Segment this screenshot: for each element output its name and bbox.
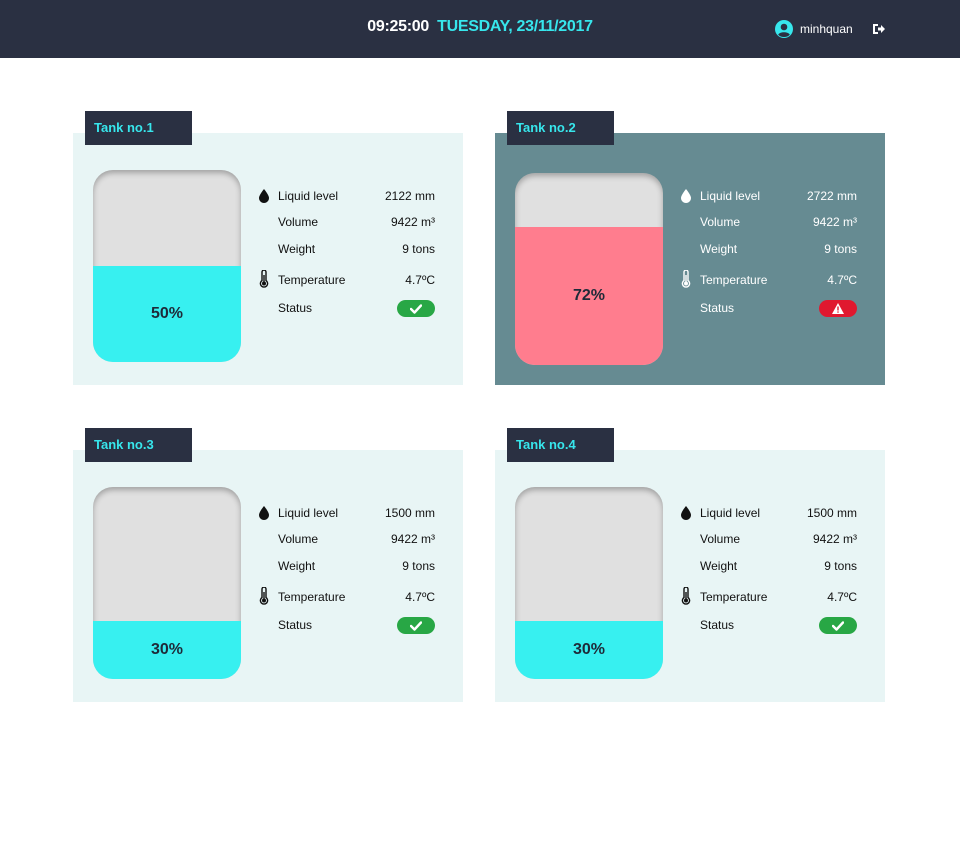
row-label: Status — [278, 618, 313, 632]
row-label: Volume — [700, 532, 741, 546]
row-volume: Volume 9422 m³ — [259, 215, 449, 231]
tank-vessel: 30% — [515, 487, 663, 679]
row-value: 9 tons — [402, 559, 435, 573]
row-status: Status — [259, 617, 449, 634]
thermometer-icon — [681, 587, 691, 605]
water-drop-icon — [259, 189, 269, 203]
water-drop-icon — [259, 506, 269, 520]
tank-title: Tank no.3 — [85, 428, 192, 462]
thermometer-icon — [681, 270, 691, 288]
row-label: Volume — [278, 215, 319, 229]
clock-time: 09:25:00 — [367, 18, 429, 35]
tank-card: Tank no.4 30% Liquid level 1500 mm Volume 942… — [495, 428, 885, 702]
row-value: 1500 mm — [384, 506, 435, 520]
row-weight: Weight 9 tons — [259, 242, 449, 258]
row-label: Liquid level — [278, 189, 339, 203]
row-value: 2122 mm — [384, 189, 435, 203]
row-value: 9422 m³ — [812, 215, 857, 229]
tank-fill-level: 30% — [93, 621, 241, 679]
fill-percent-label: 50% — [150, 305, 184, 322]
row-label: Liquid level — [278, 506, 339, 520]
tank-card: Tank no.3 30% Liquid level 1500 mm Volume 942… — [73, 428, 463, 702]
check-icon — [410, 620, 422, 631]
fill-percent-label: 30% — [150, 641, 184, 659]
row-label: Weight — [278, 559, 316, 573]
row-weight: Weight 9 tons — [259, 559, 449, 575]
clock-date: TUESDAY, 23/11/2017 — [437, 18, 593, 35]
tank-vessel: 50% — [93, 170, 241, 362]
status-badge — [397, 300, 435, 317]
row-temperature: Temperature 4.7ºC — [681, 587, 871, 606]
row-volume: Volume 9422 m³ — [681, 215, 871, 231]
row-volume: Volume 9422 m³ — [259, 532, 449, 548]
row-value: 9 tons — [824, 559, 857, 573]
row-label: Status — [700, 618, 735, 632]
row-status: Status — [681, 617, 871, 634]
tank-title: Tank no.4 — [507, 428, 614, 462]
tank-fill-level: 72% — [515, 226, 663, 365]
row-value: 9422 m³ — [390, 532, 435, 546]
status-badge — [819, 617, 857, 634]
row-label: Weight — [700, 242, 738, 256]
fill-percent-label: 72% — [572, 286, 606, 304]
row-label: Volume — [700, 215, 741, 229]
sign-out-icon[interactable] — [872, 22, 886, 36]
tank-card: Tank no.2 72% Liquid level 2722 mm Volume 942… — [495, 111, 885, 385]
thermometer-icon — [259, 587, 269, 605]
row-volume: Volume 9422 m³ — [681, 532, 871, 548]
row-value: 4.7ºC — [405, 590, 435, 604]
tank-fill-level: 30% — [515, 621, 663, 679]
warning-triangle-icon — [832, 303, 844, 314]
tank-title: Tank no.1 — [85, 111, 192, 145]
row-value: 9 tons — [824, 242, 857, 256]
thermometer-icon — [259, 270, 269, 288]
row-value: 4.7ºC — [405, 273, 435, 287]
row-weight: Weight 9 tons — [681, 559, 871, 575]
row-label: Status — [700, 301, 735, 315]
row-value: 4.7ºC — [827, 273, 857, 287]
tank-card: Tank no.1 50% Liquid level 2122 mm Volume 942… — [73, 111, 463, 385]
water-drop-icon — [681, 506, 691, 520]
row-status: Status — [681, 300, 871, 317]
tank-title: Tank no.2 — [507, 111, 614, 145]
fill-percent-label: 30% — [572, 641, 606, 659]
check-icon — [410, 303, 422, 314]
user-circle-icon — [775, 20, 793, 38]
row-label: Liquid level — [700, 506, 761, 520]
row-value: 9422 m³ — [390, 215, 435, 229]
water-drop-icon — [681, 189, 691, 203]
status-badge — [819, 300, 857, 317]
status-badge — [397, 617, 435, 634]
check-icon — [832, 620, 844, 631]
row-value: 1500 mm — [806, 506, 857, 520]
row-temperature: Temperature 4.7ºC — [259, 270, 449, 289]
row-weight: Weight 9 tons — [681, 242, 871, 258]
row-temperature: Temperature 4.7ºC — [681, 270, 871, 289]
row-label: Status — [278, 301, 313, 315]
top-bar: 09:25:00 TUESDAY, 23/11/2017 minhquan — [0, 0, 960, 58]
row-temperature: Temperature 4.7ºC — [259, 587, 449, 606]
row-value: 9422 m³ — [812, 532, 857, 546]
row-liquid-level: Liquid level 1500 mm — [681, 506, 871, 522]
username: minhquan — [800, 22, 853, 36]
row-label: Weight — [700, 559, 738, 573]
row-value: 4.7ºC — [827, 590, 857, 604]
row-status: Status — [259, 300, 449, 317]
row-liquid-level: Liquid level 1500 mm — [259, 506, 449, 522]
tank-vessel: 72% — [515, 173, 663, 365]
tank-fill-level: 50% — [93, 266, 241, 362]
row-value: 2722 mm — [806, 189, 857, 203]
row-value: 9 tons — [402, 242, 435, 256]
row-label: Weight — [278, 242, 316, 256]
row-liquid-level: Liquid level 2722 mm — [681, 189, 871, 205]
user-menu[interactable]: minhquan — [775, 19, 853, 39]
tank-vessel: 30% — [93, 487, 241, 679]
row-label: Liquid level — [700, 189, 761, 203]
row-liquid-level: Liquid level 2122 mm — [259, 189, 449, 205]
row-label: Volume — [278, 532, 319, 546]
